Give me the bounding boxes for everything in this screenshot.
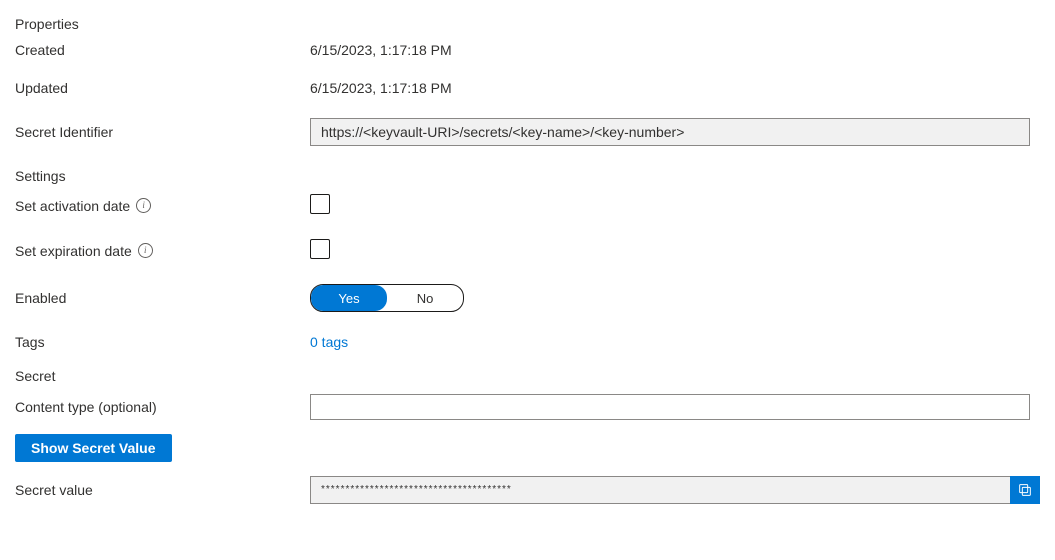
enabled-toggle-yes[interactable]: Yes — [311, 285, 387, 311]
section-properties-header: Properties — [15, 16, 1040, 32]
activation-date-checkbox[interactable] — [310, 194, 330, 214]
section-settings-header: Settings — [15, 168, 1040, 184]
row-enabled: Enabled Yes No — [15, 284, 1040, 312]
secret-value-field[interactable]: *************************************** — [310, 476, 1011, 504]
tags-label: Tags — [15, 334, 310, 350]
created-value: 6/15/2023, 1:17:18 PM — [310, 42, 1040, 58]
enabled-label: Enabled — [15, 290, 310, 306]
created-label: Created — [15, 42, 310, 58]
content-type-label: Content type (optional) — [15, 399, 310, 415]
secret-identifier-field[interactable]: https://<keyvault-URI>/secrets/<key-name… — [310, 118, 1030, 146]
row-expiration-date: Set expiration date i — [15, 239, 1040, 262]
row-tags: Tags 0 tags — [15, 334, 1040, 350]
copy-secret-button[interactable] — [1010, 476, 1040, 504]
section-secret-header: Secret — [15, 368, 1040, 384]
secret-properties-form: Properties Created 6/15/2023, 1:17:18 PM… — [0, 0, 1055, 504]
row-content-type: Content type (optional) — [15, 394, 1040, 420]
updated-label: Updated — [15, 80, 310, 96]
show-secret-value-button[interactable]: Show Secret Value — [15, 434, 172, 462]
activation-date-label: Set activation date — [15, 198, 130, 214]
row-activation-date: Set activation date i — [15, 194, 1040, 217]
copy-icon — [1017, 482, 1033, 498]
expiration-date-checkbox[interactable] — [310, 239, 330, 259]
content-type-input[interactable] — [310, 394, 1030, 420]
enabled-toggle-no[interactable]: No — [387, 285, 463, 311]
row-secret-value: Secret value ***************************… — [15, 476, 1040, 504]
secret-value-label: Secret value — [15, 482, 310, 498]
row-secret-identifier: Secret Identifier https://<keyvault-URI>… — [15, 118, 1040, 146]
tags-link[interactable]: 0 tags — [310, 334, 348, 350]
secret-identifier-label: Secret Identifier — [15, 124, 310, 140]
row-created: Created 6/15/2023, 1:17:18 PM — [15, 42, 1040, 58]
info-icon[interactable]: i — [138, 243, 153, 258]
updated-value: 6/15/2023, 1:17:18 PM — [310, 80, 1040, 96]
expiration-date-label: Set expiration date — [15, 243, 132, 259]
row-updated: Updated 6/15/2023, 1:17:18 PM — [15, 80, 1040, 96]
enabled-toggle[interactable]: Yes No — [310, 284, 464, 312]
info-icon[interactable]: i — [136, 198, 151, 213]
